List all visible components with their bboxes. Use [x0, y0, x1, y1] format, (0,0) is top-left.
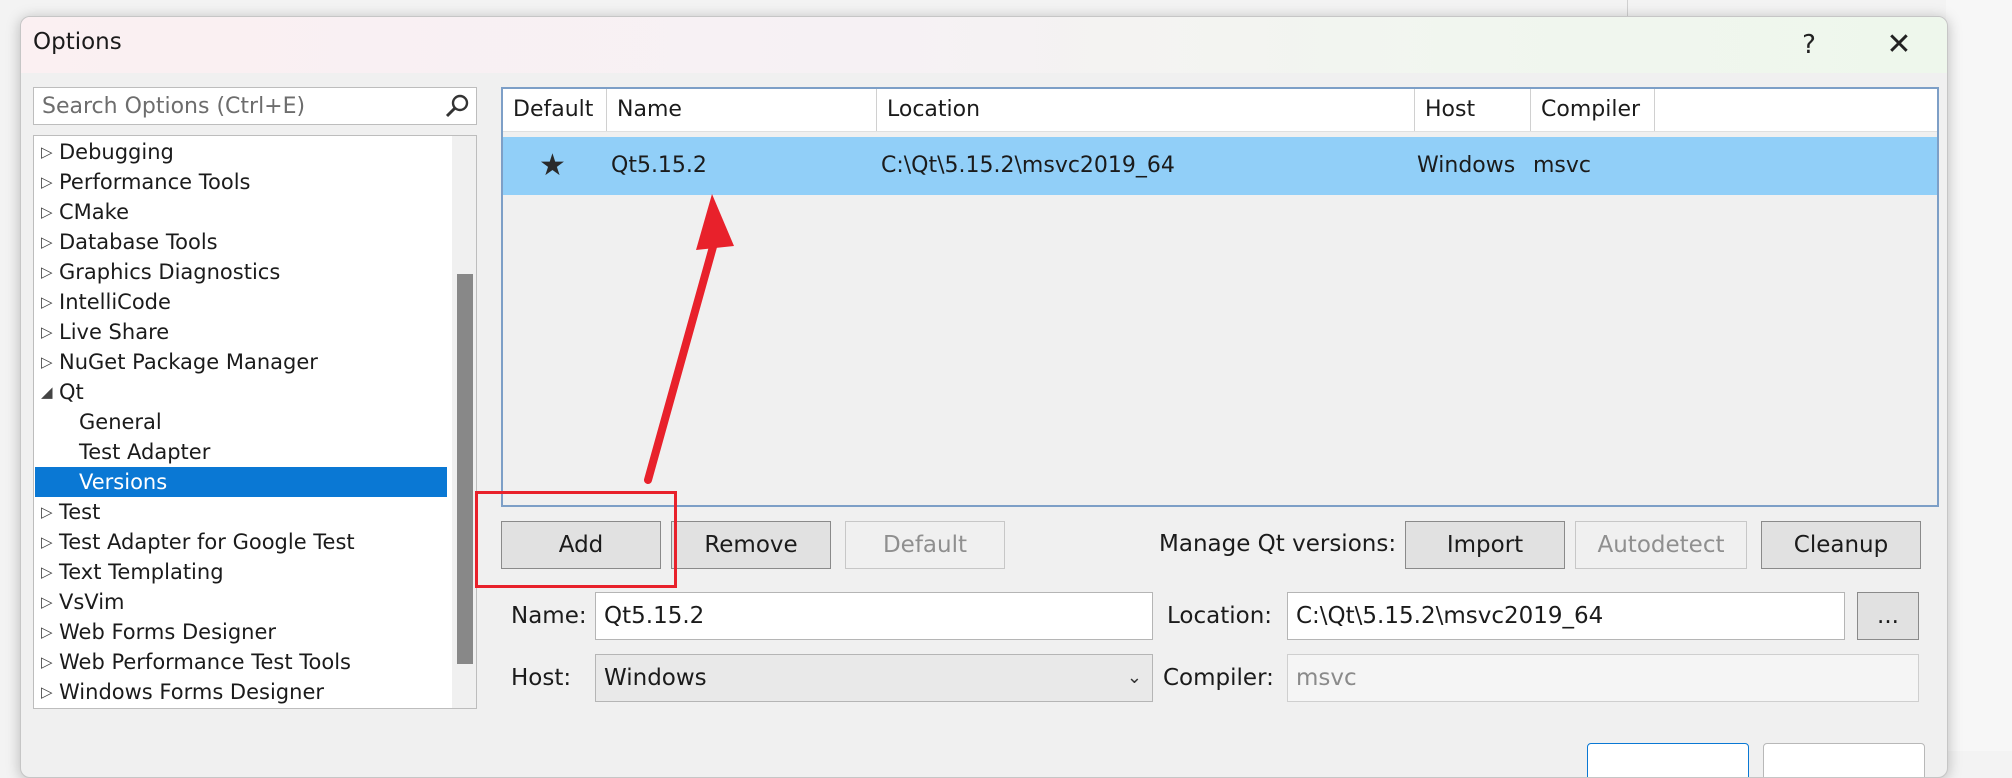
- column-header-location[interactable]: Location: [877, 89, 1415, 131]
- tree-item-label: NuGet Package Manager: [59, 350, 318, 374]
- tree-item-label: IntelliCode: [59, 290, 171, 314]
- expand-arrow-icon[interactable]: ▷: [41, 287, 55, 317]
- tree-item[interactable]: ▷ IntelliCode: [35, 287, 447, 317]
- name-label: Name:: [511, 603, 587, 629]
- location-field[interactable]: C:\Qt\5.15.2\msvc2019_64: [1287, 592, 1845, 640]
- tree-item[interactable]: Versions: [35, 467, 447, 497]
- tree-item[interactable]: ▷ Text Templating: [35, 557, 447, 587]
- tree-item-label: Test Adapter for Google Test: [59, 530, 355, 554]
- close-button[interactable]: ✕: [1869, 21, 1929, 69]
- tree-item-label: CMake: [59, 200, 129, 224]
- expand-arrow-icon[interactable]: ▷: [41, 617, 55, 647]
- tree-item-label: Versions: [79, 470, 168, 494]
- expand-arrow-icon[interactable]: ▷: [41, 497, 55, 527]
- chevron-down-icon: ⌄: [1126, 667, 1142, 688]
- manage-qt-versions-label: Manage Qt versions:: [1159, 531, 1397, 557]
- expand-arrow-icon[interactable]: ▷: [41, 557, 55, 587]
- options-dialog: Options ? ✕ Search Options (Ctrl+E) ▷ Win…: [20, 16, 1948, 778]
- host-select[interactable]: Windows ⌄: [595, 654, 1153, 702]
- tree-item[interactable]: General: [35, 407, 447, 437]
- tree-item-label: Performance Tools: [59, 170, 251, 194]
- tree-item[interactable]: ▷ Test: [35, 497, 447, 527]
- grid-header: Default Name Location Host Compiler: [503, 89, 1937, 132]
- column-header-default[interactable]: Default: [503, 89, 607, 131]
- tree-item[interactable]: ▷ Web Forms Designer: [35, 617, 447, 647]
- tree-item[interactable]: ▷ Windows Forms Designer: [35, 677, 447, 707]
- tree-item[interactable]: ▷ Performance Tools: [35, 167, 447, 197]
- ok-button[interactable]: [1587, 743, 1749, 777]
- tree-item[interactable]: ▷ Database Tools: [35, 227, 447, 257]
- compiler-label: Compiler:: [1163, 665, 1274, 691]
- tree-scrollbar-thumb[interactable]: [457, 274, 473, 664]
- import-button[interactable]: Import: [1405, 521, 1565, 569]
- tree-item[interactable]: ▷ NuGet Package Manager: [35, 347, 447, 377]
- default-button[interactable]: Default: [845, 521, 1005, 569]
- tree-item-label: Database Tools: [59, 230, 218, 254]
- row-location: C:\Qt\5.15.2\msvc2019_64: [881, 153, 1175, 178]
- tree-item-label: Debugging: [59, 140, 174, 164]
- cleanup-button[interactable]: Cleanup: [1761, 521, 1921, 569]
- column-header-host[interactable]: Host: [1415, 89, 1531, 131]
- compiler-field[interactable]: msvc: [1287, 654, 1919, 702]
- table-row[interactable]: ★ Qt5.15.2 C:\Qt\5.15.2\msvc2019_64 Wind…: [503, 137, 1937, 195]
- collapse-arrow-icon[interactable]: ◢: [41, 377, 55, 407]
- autodetect-button[interactable]: Autodetect: [1575, 521, 1747, 569]
- tree-item[interactable]: ▷ VsVim: [35, 587, 447, 617]
- expand-arrow-icon[interactable]: ▷: [41, 647, 55, 677]
- location-label: Location:: [1167, 603, 1273, 629]
- tree-item[interactable]: ▷ Debugging: [35, 137, 447, 167]
- tree-item-label: Graphics Diagnostics: [59, 260, 281, 284]
- tree-item-label: Web Performance Test Tools: [59, 650, 351, 674]
- column-header-compiler[interactable]: Compiler: [1531, 89, 1655, 131]
- tree-item-label: Web Forms Designer: [59, 620, 277, 644]
- expand-arrow-icon[interactable]: ▷: [41, 317, 55, 347]
- browse-button[interactable]: ...: [1857, 592, 1919, 640]
- title-bar: Options ? ✕: [21, 17, 1947, 73]
- expand-arrow-icon[interactable]: ▷: [41, 677, 55, 707]
- expand-arrow-icon[interactable]: ▷: [41, 167, 55, 197]
- tree-item-label: General: [79, 410, 162, 434]
- tree-item-label: Text Templating: [59, 560, 224, 584]
- search-options-box[interactable]: Search Options (Ctrl+E): [33, 87, 477, 125]
- tree-item[interactable]: ▷ Graphics Diagnostics: [35, 257, 447, 287]
- row-host: Windows: [1417, 153, 1516, 178]
- expand-arrow-icon[interactable]: ▷: [41, 137, 55, 167]
- default-star-icon[interactable]: ★: [539, 137, 566, 195]
- host-selected-value: Windows: [604, 665, 707, 691]
- expand-arrow-icon[interactable]: ▷: [41, 197, 55, 227]
- search-input[interactable]: Search Options (Ctrl+E): [42, 94, 305, 119]
- options-tree: ▷ Windows Forms Designer ▷ Web Performance …: [33, 135, 477, 709]
- tree-item[interactable]: ▷ Test Adapter for Google Test: [35, 527, 447, 557]
- cancel-button[interactable]: [1763, 743, 1925, 777]
- column-header-name[interactable]: Name: [607, 89, 877, 131]
- expand-arrow-icon[interactable]: ▷: [41, 527, 55, 557]
- tree-item-label: VsVim: [59, 590, 125, 614]
- expand-arrow-icon[interactable]: ▷: [41, 227, 55, 257]
- row-compiler: msvc: [1533, 153, 1592, 178]
- tree-item-label: Qt: [59, 380, 84, 404]
- dialog-title: Options: [33, 29, 122, 55]
- tree-item[interactable]: ▷ Web Performance Test Tools: [35, 647, 447, 677]
- background-window: [1946, 0, 2012, 751]
- host-label: Host:: [511, 665, 572, 691]
- tree-item[interactable]: Test Adapter: [35, 437, 447, 467]
- search-icon[interactable]: [444, 93, 470, 119]
- remove-button[interactable]: Remove: [671, 521, 831, 569]
- annotation-highlight-box: [475, 491, 677, 588]
- qt-versions-grid: Default Name Location Host Compiler ★ Qt…: [501, 87, 1939, 507]
- row-name: Qt5.15.2: [611, 153, 707, 178]
- expand-arrow-icon[interactable]: ▷: [41, 347, 55, 377]
- expand-arrow-icon[interactable]: ▷: [41, 587, 55, 617]
- tree-item-label: Windows Forms Designer: [59, 680, 324, 704]
- tree-item[interactable]: ▷ Live Share: [35, 317, 447, 347]
- tree-item[interactable]: ◢ Qt: [35, 377, 447, 407]
- tree-item-label: Test Adapter: [79, 440, 211, 464]
- tree-item[interactable]: ▷ CMake: [35, 197, 447, 227]
- tree-item-label: Test: [59, 500, 101, 524]
- expand-arrow-icon[interactable]: ▷: [41, 257, 55, 287]
- tree-item-label: Live Share: [59, 320, 170, 344]
- help-button[interactable]: ?: [1779, 21, 1839, 69]
- name-field[interactable]: Qt5.15.2: [595, 592, 1153, 640]
